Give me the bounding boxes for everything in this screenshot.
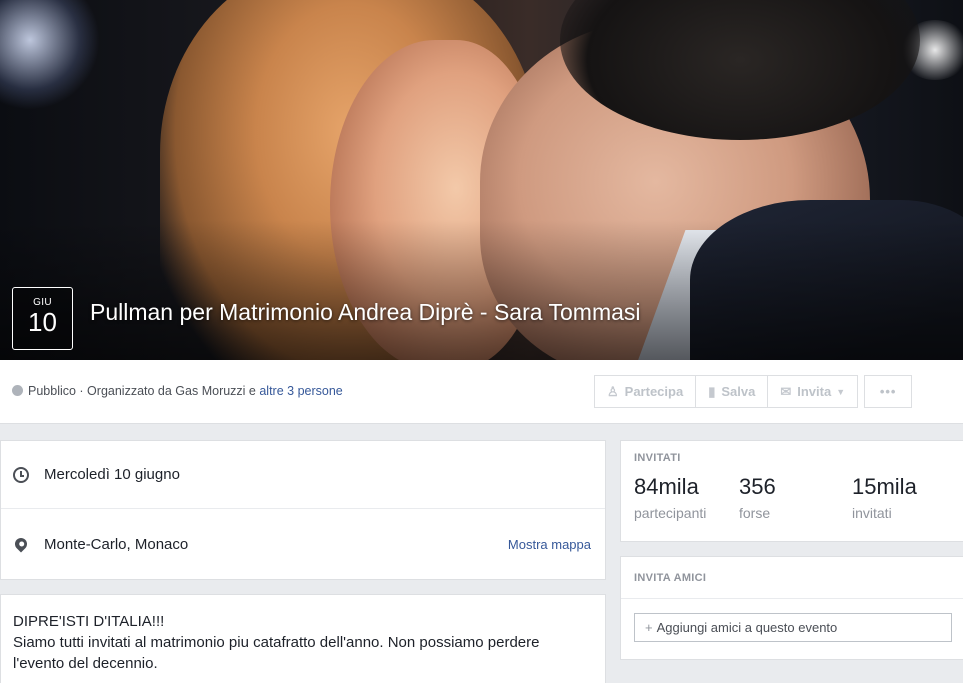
event-action-bar: Pubblico · Organizzato da Gas Moruzzi e … xyxy=(0,360,963,424)
stats-header: INVITATI xyxy=(634,452,681,464)
cover-light xyxy=(0,0,100,110)
event-location-text[interactable]: Monte-Carlo, Monaco xyxy=(44,536,188,553)
stat-value: 84mila xyxy=(634,474,699,499)
map-pin-icon xyxy=(12,535,30,553)
add-friends-input[interactable]: + Aggiungi amici a questo evento xyxy=(634,613,952,642)
privacy-text: Pubblico · Organizzato da Gas Moruzzi e xyxy=(28,384,260,398)
date-day: 10 xyxy=(28,307,57,337)
clock-icon xyxy=(13,466,29,483)
stat-value: 356 xyxy=(739,474,776,499)
partecipa-button[interactable]: ♙ Partecipa xyxy=(594,375,697,408)
invite-friends-card: INVITA AMICI + Aggiungi amici a questo ev… xyxy=(620,556,963,660)
invita-button[interactable]: ✉ Invita ▼ xyxy=(767,375,859,408)
globe-icon xyxy=(12,385,23,396)
invita-label: Invita xyxy=(797,384,832,399)
event-title: Pullman per Matrimonio Andrea Diprè - Sa… xyxy=(90,299,641,325)
stat-going[interactable]: 84mila partecipanti xyxy=(634,474,706,521)
event-date-badge: GIU 10 xyxy=(12,287,73,350)
stat-maybe[interactable]: 356 forse xyxy=(739,474,776,521)
invite-friends-header: INVITA AMICI xyxy=(621,557,963,599)
description-line: Siamo tutti invitati al matrimonio piu c… xyxy=(13,634,540,672)
salva-button[interactable]: ▮ Salva xyxy=(695,375,769,408)
organizers-link[interactable]: altre 3 persone xyxy=(259,384,342,398)
person-icon: ♙ xyxy=(607,383,619,399)
stat-label: invitati xyxy=(852,505,892,521)
event-date-row: Mercoledì 10 giugno xyxy=(1,441,605,509)
stat-invited[interactable]: 15mila invitati xyxy=(852,474,917,521)
event-date-text: Mercoledì 10 giugno xyxy=(44,466,180,483)
envelope-icon: ✉ xyxy=(780,383,792,399)
add-friends-placeholder: Aggiungi amici a questo evento xyxy=(656,620,838,635)
partecipa-label: Partecipa xyxy=(624,384,684,399)
more-options-button[interactable]: ••• xyxy=(864,375,913,408)
cover-photo: GIU 10 Pullman per Matrimonio Andrea Dip… xyxy=(0,0,963,360)
cover-shade xyxy=(0,220,963,360)
show-map-link[interactable]: Mostra mappa xyxy=(508,537,591,552)
description-line: DIPRE'ISTI D'ITALIA!!! xyxy=(13,613,165,630)
stat-label: partecipanti xyxy=(634,505,707,521)
event-details-card: Mercoledì 10 giugno Monte-Carlo, Monaco … xyxy=(0,440,606,580)
stat-label: forse xyxy=(739,505,771,521)
plus-icon: + xyxy=(645,620,653,635)
bookmark-icon: ▮ xyxy=(708,383,716,399)
salva-label: Salva xyxy=(721,384,756,399)
caret-down-icon: ▼ xyxy=(836,386,846,397)
event-buttons: ♙ Partecipa ▮ Salva ✉ Invita ▼ ••• xyxy=(594,375,913,408)
privacy-info: Pubblico · Organizzato da Gas Moruzzi e … xyxy=(12,384,343,398)
stat-value: 15mila xyxy=(852,474,917,499)
event-description-card: DIPRE'ISTI D'ITALIA!!! Siamo tutti invit… xyxy=(0,594,606,683)
guests-stats-card: INVITATI 84mila partecipanti 356 forse 1… xyxy=(620,440,963,542)
event-location-row: Monte-Carlo, Monaco Mostra mappa xyxy=(1,510,605,578)
